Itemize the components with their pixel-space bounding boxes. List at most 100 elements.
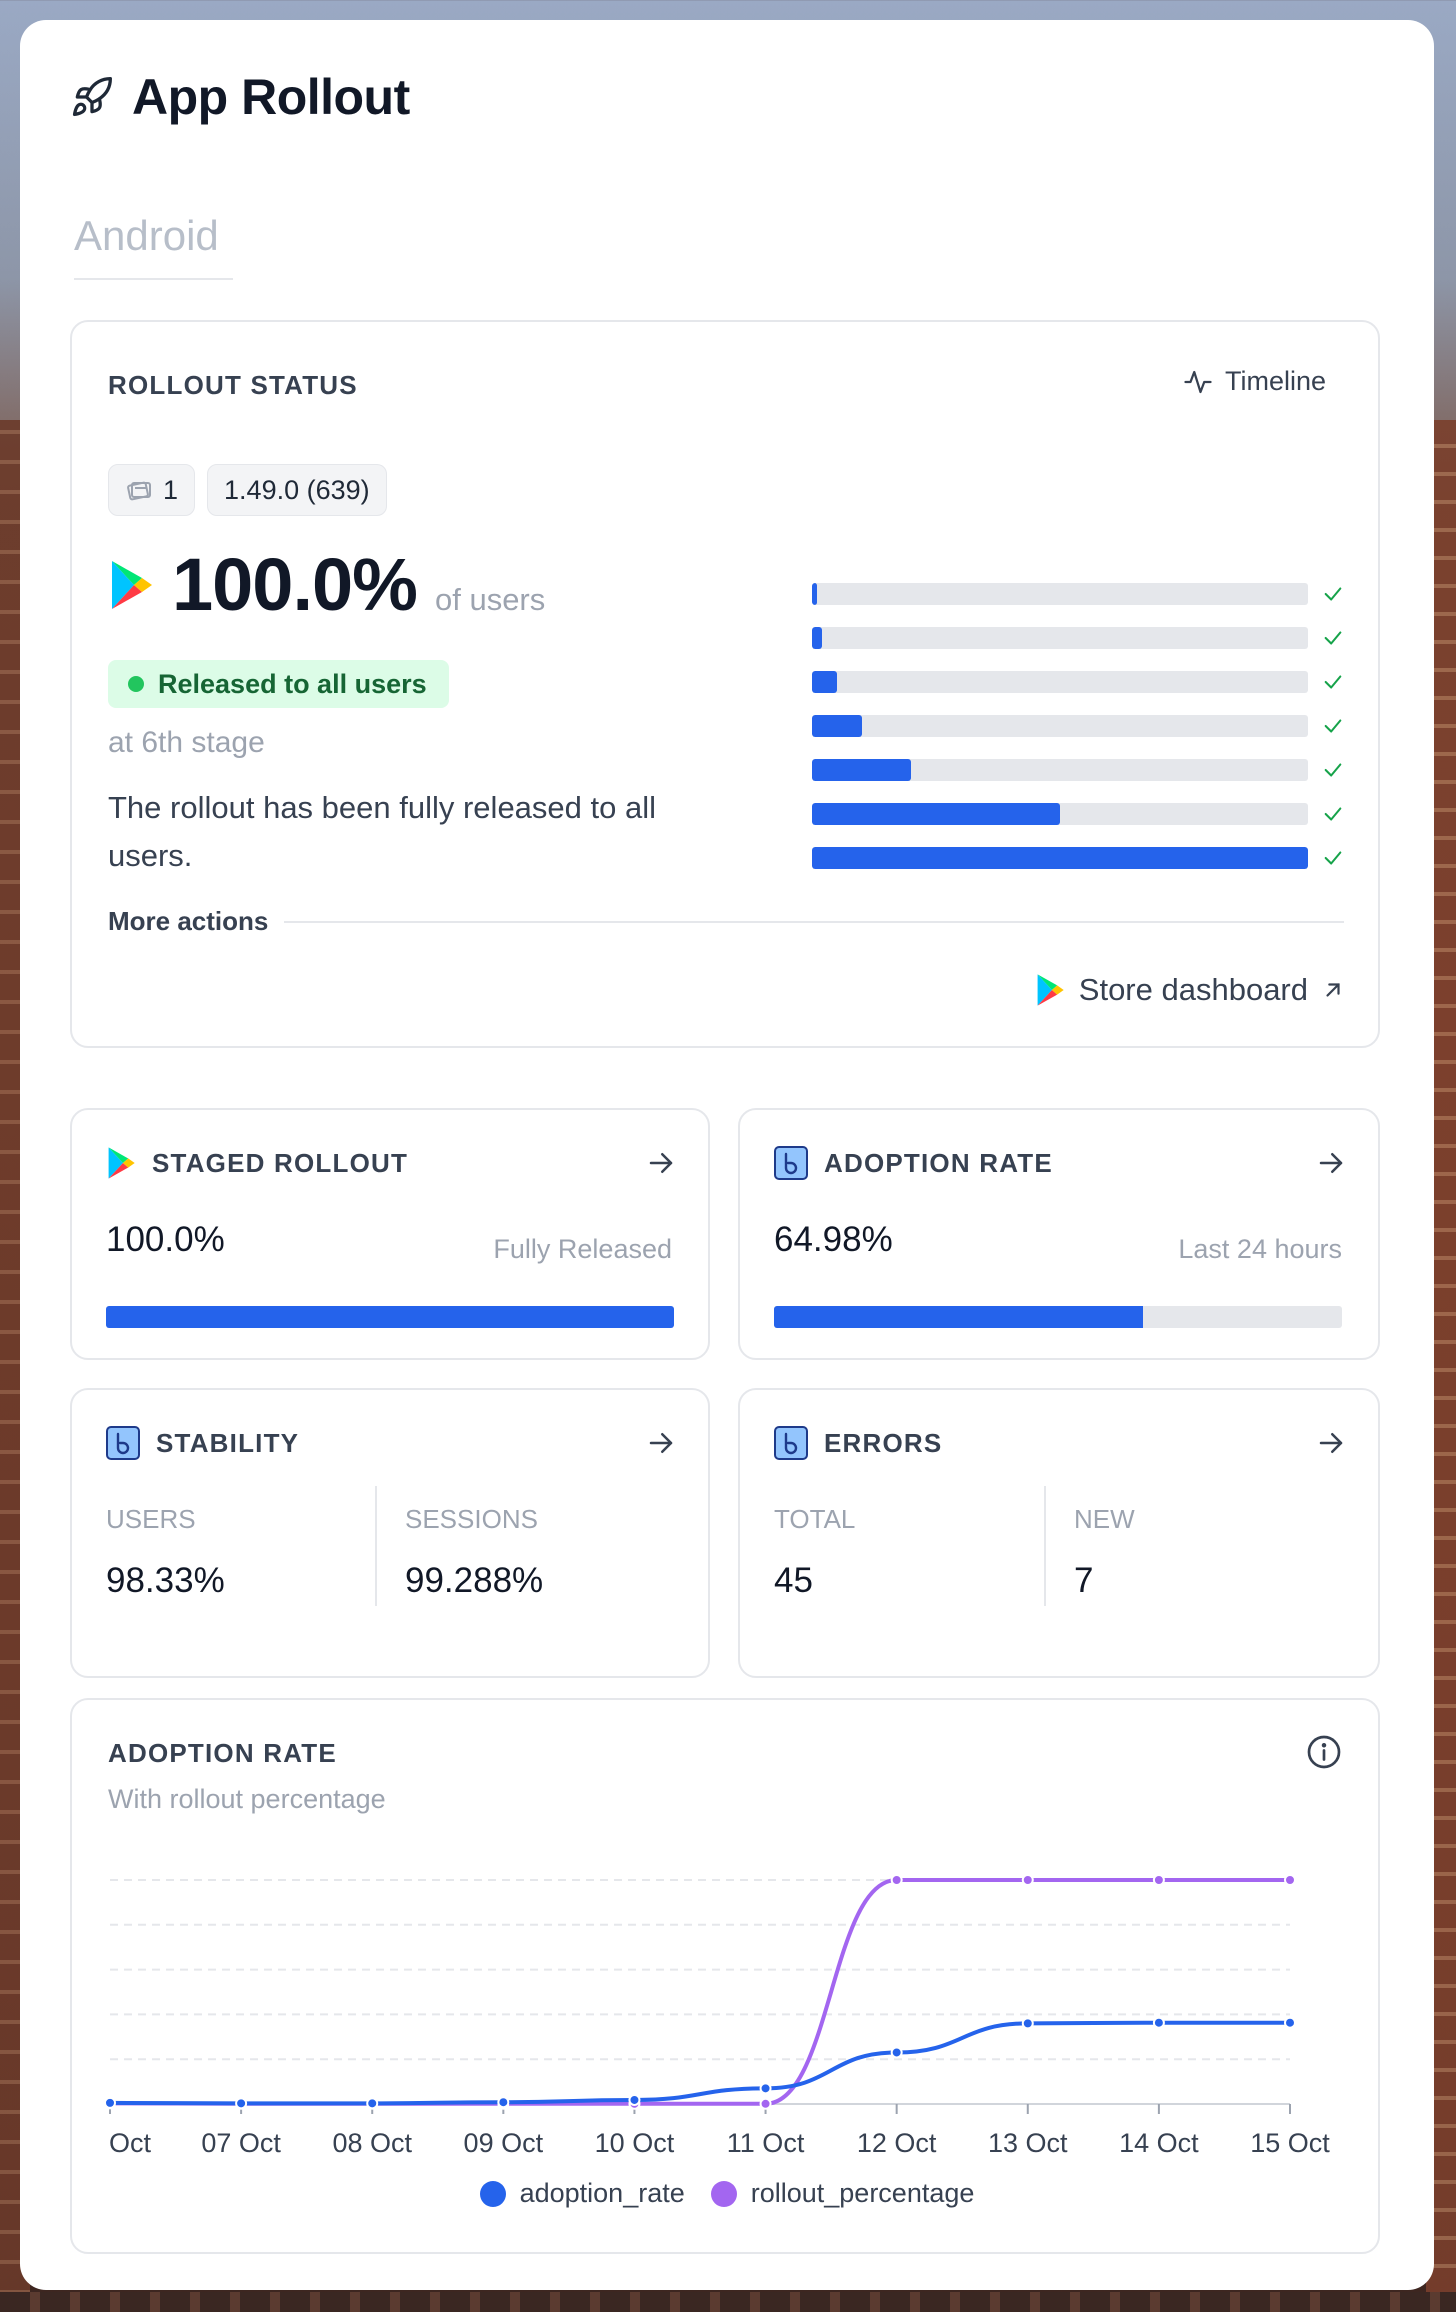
data-point-adoption-rate bbox=[1021, 2017, 1034, 2030]
adoption-rate-caption: Last 24 hours bbox=[1178, 1234, 1342, 1264]
store-dashboard-link[interactable]: Store dashboard bbox=[1035, 972, 1344, 1008]
legend-label: adoption_rate bbox=[519, 2178, 685, 2208]
stage-progress-fill bbox=[812, 803, 1060, 825]
header: App Rollout bbox=[70, 68, 410, 126]
play-store-icon bbox=[108, 1147, 135, 1179]
check-icon bbox=[1324, 587, 1342, 601]
check-icon bbox=[1324, 631, 1342, 645]
errors-new: NEW 7 bbox=[1044, 1486, 1344, 1606]
more-actions[interactable]: More actions bbox=[108, 906, 1344, 937]
data-point-rollout-percentage bbox=[1021, 1874, 1034, 1886]
divider bbox=[284, 920, 1344, 923]
errors-total: TOTAL 45 bbox=[774, 1486, 1044, 1606]
stage-row bbox=[812, 836, 1352, 880]
bugsnag-icon bbox=[774, 1426, 808, 1460]
arrow-right-icon[interactable] bbox=[1316, 1428, 1346, 1458]
check-icon bbox=[1324, 851, 1342, 865]
status-dot bbox=[128, 676, 144, 692]
adoption-rate-value: 64.98% bbox=[774, 1220, 893, 1259]
adoption-rate-title: ADOPTION RATE bbox=[824, 1147, 1053, 1178]
staged-rollout-header: STAGED ROLLOUT bbox=[106, 1146, 408, 1180]
data-point-rollout-percentage bbox=[1284, 1874, 1296, 1886]
x-tick-label: Oct bbox=[109, 2128, 152, 2158]
data-point-adoption-rate bbox=[759, 2082, 772, 2095]
timeline-button[interactable]: Timeline bbox=[1183, 366, 1326, 397]
data-point-adoption-rate bbox=[497, 2096, 510, 2109]
stability-users-value: 98.33% bbox=[106, 1561, 225, 1600]
adoption-line-chart: Oct 07 Oct 08 Oct 09 Oct 10 Oct 11 Oct 12 Oct 1… bbox=[104, 1874, 1330, 2158]
stability-sessions: SESSIONS 99.288% bbox=[375, 1486, 674, 1606]
data-point-adoption-rate bbox=[890, 2046, 903, 2059]
errors-metrics: TOTAL 45 NEW 7 bbox=[774, 1486, 1344, 1606]
staged-rollout-card[interactable]: STAGED ROLLOUT 100.0% Fully Released bbox=[70, 1108, 710, 1360]
stability-header: STABILITY bbox=[106, 1426, 299, 1460]
rollout-percentage-value: 100.0% bbox=[172, 543, 418, 626]
count-chip: 1 bbox=[108, 464, 196, 516]
stability-card[interactable]: STABILITY USERS 98.33% SESSIONS 99.288% bbox=[70, 1388, 710, 1678]
data-point-adoption-rate bbox=[1284, 2016, 1296, 2029]
adoption-rate-progress bbox=[774, 1306, 1342, 1328]
stack-icon bbox=[127, 481, 151, 501]
adoption-rate-card[interactable]: ADOPTION RATE 64.98% Last 24 hours bbox=[738, 1108, 1380, 1360]
status-badge-label: Released to all users bbox=[158, 668, 427, 699]
arrow-right-icon[interactable] bbox=[1316, 1148, 1346, 1178]
adoption-chart-card: ADOPTION RATE With rollout percentage Oc… bbox=[70, 1698, 1380, 2254]
stage-text: at 6th stage bbox=[108, 726, 265, 759]
adoption-rate-progress-fill bbox=[774, 1306, 1144, 1328]
x-tick-label: 09 Oct bbox=[464, 2128, 544, 2158]
stage-progress-bar bbox=[812, 803, 1308, 825]
staged-rollout-progress bbox=[106, 1306, 674, 1328]
series-line-rollout-percentage bbox=[109, 1878, 1290, 2106]
stage-progress-bar bbox=[812, 715, 1308, 737]
stage-progress-bar bbox=[812, 759, 1308, 781]
stage-progress-bar bbox=[812, 627, 1308, 649]
errors-card[interactable]: ERRORS TOTAL 45 NEW 7 bbox=[738, 1388, 1380, 1678]
stage-row bbox=[812, 792, 1352, 836]
timeline-label: Timeline bbox=[1224, 366, 1326, 396]
x-tick-label: 13 Oct bbox=[988, 2128, 1068, 2158]
more-actions-label: More actions bbox=[108, 906, 269, 936]
rollout-percentage-suffix: of users bbox=[434, 581, 546, 617]
play-store-icon bbox=[112, 560, 152, 609]
stage-progress-bar bbox=[812, 583, 1308, 605]
stability-title: STABILITY bbox=[156, 1427, 300, 1458]
release-chips: 1 1.49.0 (639) bbox=[108, 464, 387, 516]
errors-new-value: 7 bbox=[1074, 1561, 1094, 1600]
stage-progress-list bbox=[812, 572, 1352, 880]
legend-item-adoption-rate[interactable]: adoption_rate bbox=[479, 2178, 685, 2209]
arrow-right-icon[interactable] bbox=[646, 1148, 676, 1178]
store-dashboard-label: Store dashboard bbox=[1078, 972, 1308, 1007]
staged-rollout-value: 100.0% bbox=[106, 1220, 225, 1259]
data-point-rollout-percentage bbox=[759, 2097, 772, 2110]
stage-progress-fill bbox=[812, 759, 912, 781]
x-tick-label: 08 Oct bbox=[332, 2128, 412, 2158]
stability-users: USERS 98.33% bbox=[106, 1486, 375, 1606]
data-point-rollout-percentage bbox=[1152, 1874, 1165, 1886]
stability-sessions-value: 99.288% bbox=[405, 1561, 544, 1600]
count-chip-value: 1 bbox=[163, 474, 179, 505]
adoption-rate-header: ADOPTION RATE bbox=[774, 1146, 1053, 1180]
arrow-right-icon[interactable] bbox=[646, 1428, 676, 1458]
x-tick-label: 11 Oct bbox=[727, 2128, 805, 2158]
stage-progress-bar bbox=[812, 671, 1308, 693]
tab-android[interactable]: Android bbox=[74, 212, 233, 280]
stage-progress-fill bbox=[812, 715, 862, 737]
version-chip-value: 1.49.0 (639) bbox=[224, 474, 370, 505]
check-icon bbox=[1324, 675, 1342, 689]
rocket-icon bbox=[72, 77, 112, 117]
stage-progress-fill bbox=[812, 627, 822, 649]
rollout-status-title: ROLLOUT STATUS bbox=[108, 370, 358, 400]
stage-row bbox=[812, 660, 1352, 704]
bugsnag-icon bbox=[774, 1146, 808, 1180]
staged-rollout-title: STAGED ROLLOUT bbox=[152, 1147, 409, 1178]
stage-progress-fill bbox=[812, 671, 837, 693]
data-point-adoption-rate bbox=[628, 2093, 641, 2106]
staged-rollout-caption: Fully Released bbox=[493, 1234, 672, 1264]
errors-new-label: NEW bbox=[1074, 1504, 1135, 1534]
legend-label: rollout_percentage bbox=[750, 2178, 975, 2208]
errors-total-value: 45 bbox=[774, 1561, 813, 1600]
data-point-adoption-rate bbox=[104, 2096, 116, 2109]
legend-item-rollout-percentage[interactable]: rollout_percentage bbox=[710, 2178, 975, 2209]
x-tick-label: 12 Oct bbox=[857, 2128, 937, 2158]
errors-total-label: TOTAL bbox=[774, 1504, 856, 1534]
